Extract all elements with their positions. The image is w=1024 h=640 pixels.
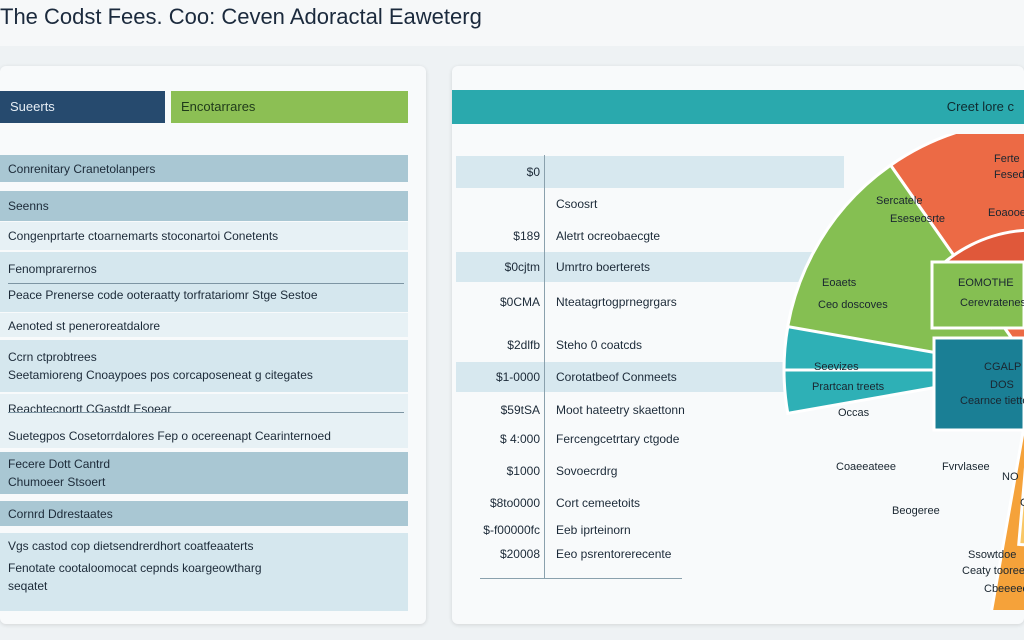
price-value: $0CMA (499, 295, 540, 309)
row-text: Chumoeer Stsoert (8, 475, 106, 489)
price-description: Cort cemeetoits (556, 496, 641, 510)
row-text: Aenoted st peneroreatdalore (8, 319, 161, 333)
left-row-10[interactable]: Vgs castod cop dietsendrerdhort coatfeaa… (0, 533, 408, 611)
left-row-6[interactable]: Ccrn ctprobtrees Seetamioreng Cnoaypoes … (0, 340, 408, 392)
row-text: Conrenitary Cranetolanpers (8, 162, 156, 176)
price-value: $189 (513, 229, 540, 243)
left-row-7[interactable]: Reachtecnortt CGastdt Esoear Suetegpos C… (0, 394, 408, 448)
price-value: $ 4:000 (499, 432, 540, 446)
table-bottom-line (480, 578, 682, 579)
pricing-header-text: Creet lore c (946, 99, 1014, 114)
row-text: Peace Prenerse code ooteraatty torfratar… (8, 288, 318, 302)
left-row-4[interactable]: Fenomprarernos Peace Prenerse code ooter… (0, 252, 408, 312)
left-row-5[interactable]: Aenoted st peneroreatdalore (0, 313, 408, 337)
price-value: $0 (526, 165, 540, 179)
price-value: $2dlfb (507, 338, 540, 352)
wheel-label: Fesede (994, 169, 1024, 181)
tab-encotarrares[interactable]: Encotarrares (171, 91, 408, 123)
row-text: Congenprtarte ctoarnemarts stoconartoi C… (8, 229, 279, 243)
left-row-8[interactable]: Fecere Dott Cantrd Chumoeer Stsoert (0, 452, 408, 494)
price-description: Corotatbeof Conmeets (556, 370, 677, 384)
price-description: Eeo psrentorerecente (556, 547, 672, 561)
wheel-label: Ceo doscoves (818, 299, 888, 311)
wheel-label: DOS (990, 379, 1014, 391)
wheel-label: Occas (838, 407, 870, 419)
pricing-header: Creet lore c (452, 90, 1024, 124)
price-description: Eeb iprteinorn (556, 523, 631, 537)
price-value: $59tSA (500, 403, 540, 417)
price-description: Fercengcetrtary ctgode (556, 432, 680, 446)
wheel-label: Eoaets (822, 277, 857, 289)
price-description: Nteatagrtogprnegrgars (556, 295, 677, 309)
price-description: Csoosrt (556, 197, 598, 211)
wheel-label: Ferte (994, 153, 1020, 165)
wheel-label: Ssowtdoe (968, 549, 1016, 561)
wheel-label: Coaeeateee (836, 461, 896, 473)
row-text: Ccrn ctprobtrees (8, 350, 97, 364)
price-description: Steho 0 coatcds (556, 338, 643, 352)
row-text: Fenomprarernos (8, 262, 97, 276)
row-text: Reachtecnortt CGastdt Esoear (8, 402, 172, 416)
price-value: $8to0000 (489, 496, 540, 510)
wheel-label: Prartcan treets (812, 381, 885, 393)
wheel-label: CGALP (984, 361, 1021, 373)
wheel-label: Cerevratenes (960, 297, 1024, 309)
price-value: $20008 (499, 547, 540, 561)
price-value: $-f00000fc (483, 523, 540, 537)
price-description: Aletrt ocreobaecgte (556, 229, 661, 243)
wheel-label: Beogeree (892, 505, 940, 517)
wheel-label: Sercatele (876, 195, 922, 207)
wheel-label: Eseseosrte (890, 213, 945, 225)
left-row-header-9: Cornrd Ddrestaates (0, 501, 408, 526)
price-description: Sovoecrdrg (556, 464, 618, 478)
cost-wheel: Ferte Fesede Eoaooed Sercatele Eseseosrte Eoa… (772, 134, 1024, 610)
row-text: Fenotate cootaloomocat cepnds koargeowth… (8, 561, 262, 575)
wheel-label: NO (1002, 471, 1019, 483)
left-row-header-1: Conrenitary Cranetolanpers (0, 155, 408, 182)
left-row-header-2: Seenns (0, 191, 408, 221)
wheel-label: Eoaooed (988, 207, 1024, 219)
price-value: $1000 (506, 464, 540, 478)
page-title: The Codst Fees. Coo: Ceven Adoractal Eaw… (0, 4, 482, 29)
wheel-label: Ceaty toorees (962, 565, 1024, 577)
wheel-label: Cearnce tiettoe (960, 395, 1024, 407)
row-text: Fecere Dott Cantrd (8, 457, 111, 471)
row-text: Seetamioreng Cnoaypoes pos corcaposeneat… (8, 368, 313, 382)
left-row-3[interactable]: Congenprtarte ctoarnemarts stoconartoi C… (0, 222, 408, 250)
wheel-label: Seevizes (814, 361, 859, 373)
price-description: Umrtro boerterets (556, 260, 651, 274)
row-text: Vgs castod cop dietsendrerdhort coatfeaa… (8, 539, 254, 553)
box-green (930, 260, 1024, 330)
divider (8, 412, 404, 413)
wheel-label: Cbeeeeco (984, 583, 1024, 595)
table-divider (544, 155, 545, 578)
tab-sueerts[interactable]: Sueerts (0, 91, 165, 123)
divider (8, 283, 404, 284)
row-text: Suetegpos Cosetorrdalores Fep o ocereena… (8, 429, 331, 443)
row-text: Cornrd Ddrestaates (8, 507, 113, 521)
title-bar: The Codst Fees. Coo: Ceven Adoractal Eaw… (0, 0, 1024, 46)
price-description: Moot hateetry skaettonn (556, 403, 685, 417)
row-text: seqatet (8, 579, 48, 593)
row-text: Seenns (8, 199, 49, 213)
wheel-label: EOMOTHE (958, 277, 1014, 289)
wheel-label: Cy toce (1020, 497, 1024, 509)
wheel-label: Fvrvlasee (942, 461, 990, 473)
price-value: $0cjtm (504, 260, 540, 274)
price-value: $1-0000 (495, 370, 540, 384)
